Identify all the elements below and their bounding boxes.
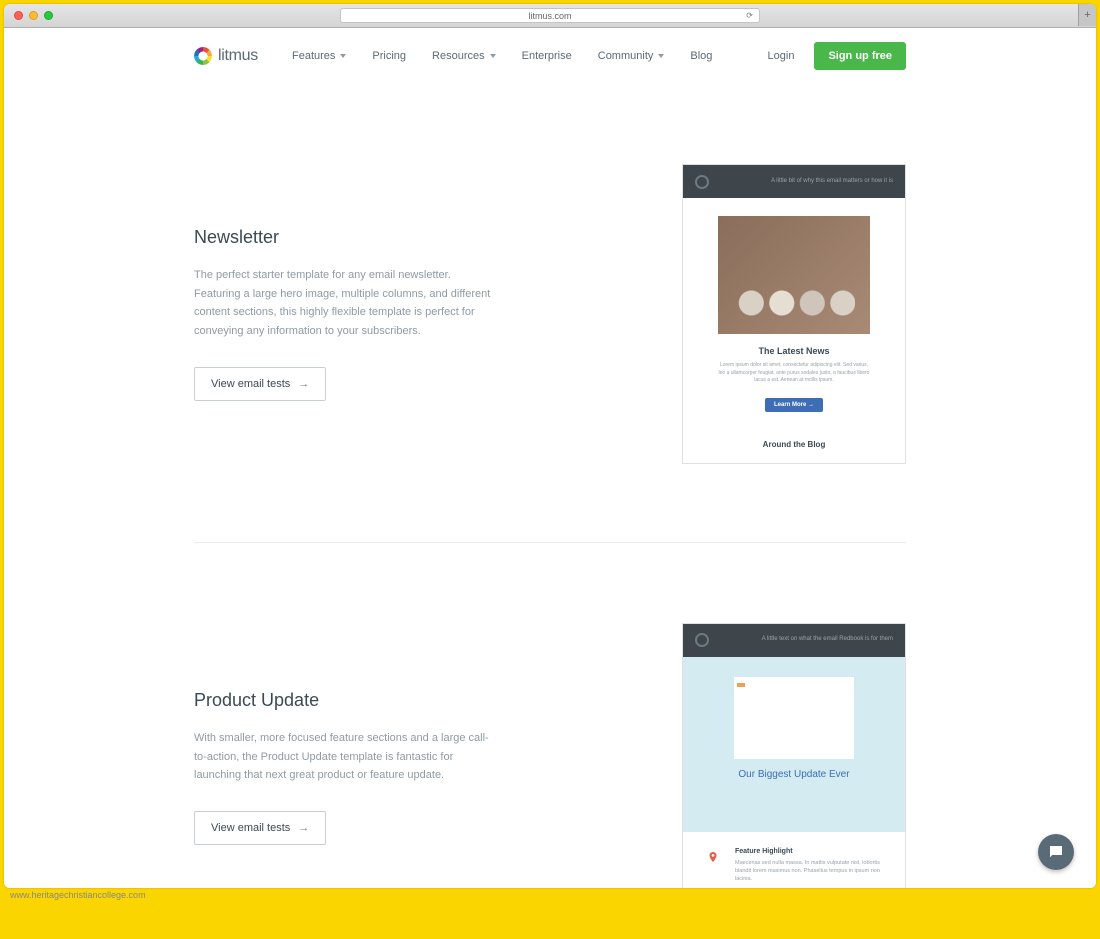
- chevron-down-icon: [658, 54, 664, 58]
- chat-icon: [1047, 843, 1065, 861]
- section-title: Newsletter: [194, 227, 500, 248]
- mock-header: A little bit of why this email matters o…: [683, 165, 905, 198]
- watermark-text: www.heritagechristiancollege.com: [10, 890, 1096, 900]
- minimize-window-button[interactable]: [29, 11, 38, 20]
- mock-header-text: A little bit of why this email matters o…: [771, 178, 893, 186]
- section-title: Product Update: [194, 690, 500, 711]
- section-description: With smaller, more focused feature secti…: [194, 729, 500, 785]
- new-tab-button[interactable]: +: [1078, 4, 1096, 26]
- signup-button[interactable]: Sign up free: [814, 42, 906, 70]
- logo-icon: [194, 47, 212, 65]
- window-controls: [14, 11, 53, 20]
- view-email-tests-button[interactable]: View email tests →: [194, 367, 326, 401]
- url-bar[interactable]: litmus.com ⟳: [340, 8, 760, 23]
- url-text: litmus.com: [528, 11, 571, 21]
- mock-cta-button: Learn More →: [765, 398, 823, 412]
- arrow-right-icon: →: [298, 822, 309, 834]
- nav-pricing[interactable]: Pricing: [372, 50, 406, 62]
- chevron-down-icon: [490, 54, 496, 58]
- newsletter-preview: A little bit of why this email matters o…: [682, 164, 906, 464]
- mock-header-text: A little text on what the email Redbook …: [762, 636, 893, 644]
- mock-logo-icon: [695, 633, 709, 647]
- nav-blog[interactable]: Blog: [690, 50, 712, 62]
- logo-text: litmus: [218, 47, 258, 65]
- login-link[interactable]: Login: [768, 50, 795, 62]
- nav-community[interactable]: Community: [598, 50, 665, 62]
- nav-features[interactable]: Features: [292, 50, 346, 62]
- feature-body: Maecenas sed nulla massa. In mattis vulp…: [735, 859, 881, 884]
- maximize-window-button[interactable]: [44, 11, 53, 20]
- mock-header: A little text on what the email Redbook …: [683, 624, 905, 657]
- brand-logo[interactable]: litmus: [194, 47, 258, 65]
- template-product-update: Product Update With smaller, more focuse…: [194, 543, 906, 889]
- chat-widget-button[interactable]: [1038, 834, 1074, 870]
- section-description: The perfect starter template for any ema…: [194, 266, 500, 341]
- top-nav: litmus Features Pricing Resources: [4, 28, 1096, 84]
- map-pin-icon: [707, 850, 721, 868]
- mock-logo-icon: [695, 175, 709, 189]
- arrow-right-icon: →: [298, 378, 309, 390]
- close-window-button[interactable]: [14, 11, 23, 20]
- view-email-tests-button[interactable]: View email tests →: [194, 811, 326, 845]
- mock-heading2: Around the Blog: [718, 440, 870, 449]
- page-content: litmus Features Pricing Resources: [4, 28, 1096, 888]
- placeholder-image: [734, 677, 854, 759]
- nav-resources[interactable]: Resources: [432, 50, 496, 62]
- hero-image: [718, 216, 870, 334]
- reload-icon[interactable]: ⟳: [746, 11, 753, 20]
- nav-enterprise[interactable]: Enterprise: [522, 50, 572, 62]
- mock-heading: Our Biggest Update Ever: [713, 769, 875, 780]
- browser-titlebar: litmus.com ⟳ +: [4, 4, 1096, 28]
- chevron-down-icon: [340, 54, 346, 58]
- browser-window: litmus.com ⟳ + litmus Features Pricing: [4, 4, 1096, 888]
- mock-heading: The Latest News: [718, 346, 870, 356]
- product-update-preview: A little text on what the email Redbook …: [682, 623, 906, 889]
- template-newsletter: Newsletter The perfect starter template …: [194, 84, 906, 543]
- mock-paragraph: Lorem ipsum dolor sit amet, consectetur …: [718, 362, 870, 385]
- feature-title: Feature Highlight: [735, 848, 881, 855]
